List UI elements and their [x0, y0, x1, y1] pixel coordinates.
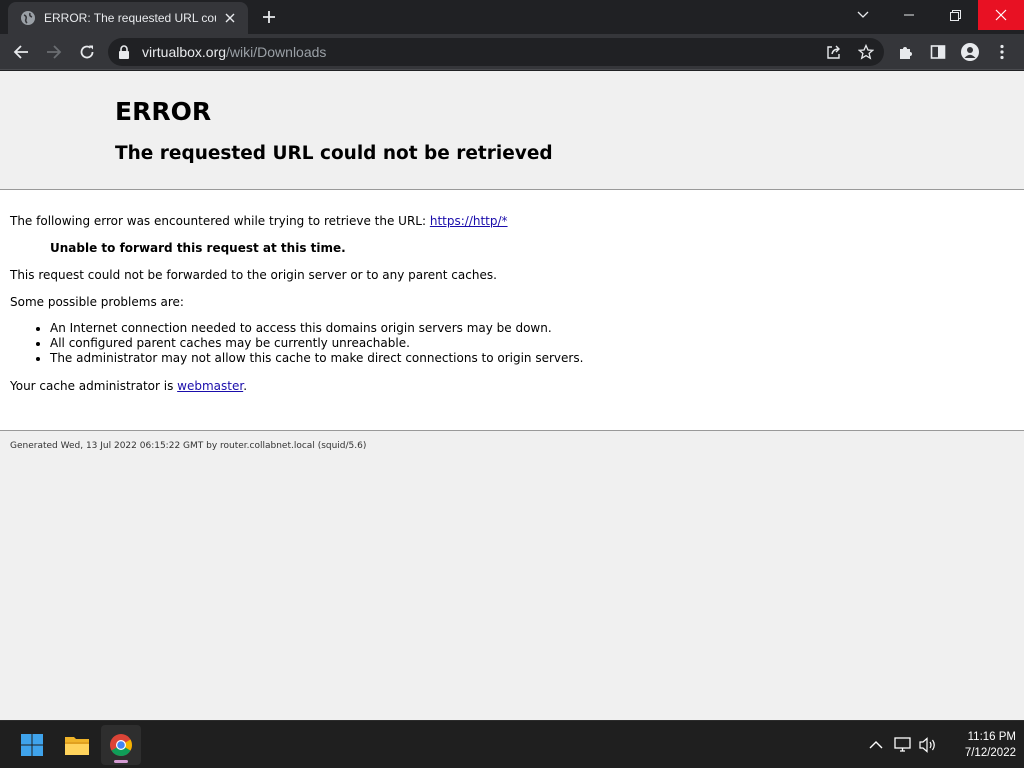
tray-chevron-up-icon[interactable] [866, 735, 886, 755]
profile-icon[interactable] [958, 40, 982, 64]
clock-date: 7/12/2022 [964, 747, 1016, 759]
tab-search-icon[interactable] [840, 0, 886, 30]
problems-heading: Some possible problems are: [10, 295, 184, 309]
active-indicator [114, 760, 128, 763]
system-clock[interactable]: 11:16 PM 7/12/2022 [940, 729, 1016, 761]
file-explorer-icon[interactable] [57, 725, 97, 765]
tab-strip: ERROR: The requested URL could not be re… [0, 0, 1024, 34]
tab-title: ERROR: The requested URL could not be re… [44, 11, 216, 25]
reload-icon[interactable] [75, 40, 99, 64]
taskbar: 11:16 PM 7/12/2022 [0, 720, 1024, 768]
requested-url-link[interactable]: https://http/* [430, 214, 508, 228]
intro-paragraph: The following error was encountered whil… [10, 214, 508, 228]
back-arrow-icon[interactable] [9, 40, 33, 64]
problems-list: An Internet connection needed to access … [50, 321, 583, 366]
chrome-icon[interactable] [101, 725, 141, 765]
more-menu-icon[interactable] [990, 40, 1014, 64]
error-content: The following error was encountered whil… [0, 190, 1024, 430]
page-title: ERROR [115, 97, 212, 126]
side-panel-icon[interactable] [926, 40, 950, 64]
admin-end: . [243, 379, 248, 393]
browser-toolbar: virtualbox.org/wiki/Downloads [0, 34, 1024, 70]
url-path: /wiki/Downloads [226, 44, 327, 60]
page-subtitle: The requested URL could not be retrieved [115, 143, 553, 164]
extensions-puzzle-icon[interactable] [894, 40, 918, 64]
page-header: ERROR The requested URL could not be ret… [0, 71, 1024, 189]
list-item: All configured parent caches may be curr… [50, 336, 583, 351]
admin-text: Your cache administrator is [10, 379, 178, 393]
error-detail: Unable to forward this request at this t… [50, 241, 346, 255]
list-item: An Internet connection needed to access … [50, 321, 583, 336]
globe-icon [20, 10, 36, 26]
lock-icon[interactable] [118, 45, 132, 59]
page-footer: Generated Wed, 13 Jul 2022 06:15:22 GMT … [10, 441, 367, 451]
network-icon[interactable] [893, 735, 913, 755]
list-item: The administrator may not allow this cac… [50, 351, 583, 366]
intro-text: The following error was encountered whil… [10, 214, 430, 228]
new-tab-icon[interactable] [259, 7, 279, 27]
admin-paragraph: Your cache administrator is webmaster. [10, 379, 247, 393]
url-host: virtualbox.org [142, 44, 227, 60]
clock-time: 11:16 PM [967, 731, 1016, 743]
start-icon[interactable] [12, 725, 52, 765]
volume-icon[interactable] [918, 735, 938, 755]
webmaster-link[interactable]: webmaster [177, 379, 243, 393]
window-close-icon[interactable] [978, 0, 1024, 30]
forward-arrow-icon[interactable] [42, 40, 66, 64]
explanation-text: This request could not be forwarded to t… [10, 268, 497, 282]
divider [0, 430, 1024, 431]
tab-close-icon[interactable] [222, 10, 238, 26]
address-bar[interactable]: virtualbox.org/wiki/Downloads [108, 38, 884, 66]
browser-tab[interactable]: ERROR: The requested URL could not be re… [8, 2, 248, 34]
bookmark-star-icon[interactable] [856, 42, 876, 62]
web-page: ERROR The requested URL could not be ret… [0, 71, 1024, 720]
minimize-icon[interactable] [886, 0, 932, 30]
restore-icon[interactable] [932, 0, 978, 30]
share-icon[interactable] [824, 42, 844, 62]
